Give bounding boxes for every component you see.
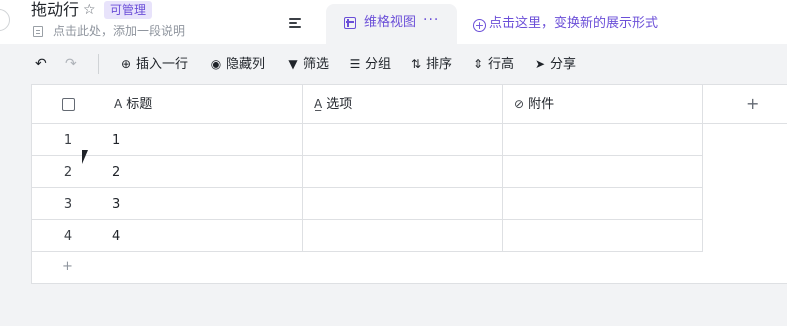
column-divider: [302, 85, 303, 252]
row-divider: [32, 219, 703, 220]
data-grid: A 标题 A̲ 选项 ⊘ 附件 + 1 1 2 2 3 3 4 4 +: [31, 84, 787, 284]
share-label: 分享: [550, 57, 577, 72]
add-row-button[interactable]: +: [62, 259, 73, 274]
sort-button[interactable]: ⇅ 排序: [409, 55, 452, 73]
eye-icon: ◉: [210, 57, 222, 71]
group-label: 分组: [365, 57, 392, 72]
add-circle-icon: +: [473, 19, 486, 32]
title-cell[interactable]: 4: [112, 229, 120, 244]
plus-circle-icon: ⊕: [120, 57, 132, 71]
column-header-title-label: 标题: [126, 97, 153, 112]
title-cell[interactable]: 3: [112, 197, 120, 212]
hide-columns-button[interactable]: ◉ 隐藏列: [209, 55, 265, 73]
permission-badge: 可管理: [104, 1, 153, 19]
column-divider: [502, 85, 503, 252]
row-number: 4: [63, 229, 73, 244]
filter-icon: ▼: [288, 57, 298, 71]
description-field[interactable]: 点击此处，添加一段说明: [53, 23, 185, 39]
row-divider: [32, 187, 703, 188]
add-view-label: 点击这里，变换新的展示形式: [489, 16, 659, 31]
row-height-icon: ⇕: [472, 57, 484, 71]
description-icon: [33, 26, 43, 37]
grid-header: A 标题 A̲ 选项 ⊘ 附件 +: [32, 85, 787, 124]
view-list-toggle-icon[interactable]: [289, 18, 301, 28]
filter-button[interactable]: ▼ 筛选: [286, 55, 329, 73]
send-icon: ➤: [534, 57, 546, 71]
sort-icon: ⇅: [410, 57, 422, 71]
back-button[interactable]: [0, 9, 10, 31]
tab-grid-view-label: 维格视图: [364, 15, 417, 30]
undo-icon[interactable]: ↶: [35, 56, 47, 72]
select-all-checkbox[interactable]: [62, 98, 75, 111]
column-header-title[interactable]: A 标题: [114, 96, 152, 113]
grid-view-icon: [344, 17, 356, 29]
page-title: 拖动行: [31, 0, 80, 19]
more-options-icon[interactable]: ···: [423, 12, 439, 28]
option-field-icon: A̲: [314, 97, 323, 111]
column-divider: [702, 85, 703, 252]
column-header-option[interactable]: A̲ 选项: [314, 96, 352, 113]
row-number: 3: [63, 197, 73, 212]
title-cell[interactable]: 1: [112, 133, 120, 148]
toolbar: ↶ ↷ ⊕ 插入一行 ◉ 隐藏列 ▼ 筛选 ☰ 分组 ⇅ 排序 ⇕ 行高 ➤ 分享: [0, 44, 787, 84]
hide-columns-label: 隐藏列: [226, 57, 266, 72]
text-field-icon: A: [114, 97, 123, 111]
group-icon: ☰: [349, 57, 361, 71]
sort-label: 排序: [426, 57, 453, 72]
column-header-option-label: 选项: [326, 97, 353, 112]
row-height-button[interactable]: ⇕ 行高: [471, 55, 514, 73]
toolbar-divider: [98, 54, 99, 74]
row-number: 1: [63, 133, 73, 148]
column-header-attachment-label: 附件: [528, 97, 555, 112]
star-icon[interactable]: ☆: [83, 1, 96, 19]
column-header-attachment[interactable]: ⊘ 附件: [514, 96, 554, 113]
insert-row-label: 插入一行: [136, 57, 189, 72]
add-column-button[interactable]: +: [746, 94, 759, 113]
insert-row-button[interactable]: ⊕ 插入一行: [119, 55, 188, 73]
add-view-button[interactable]: + 点击这里，变换新的展示形式: [473, 16, 658, 32]
redo-icon[interactable]: ↷: [65, 56, 77, 72]
row-number: 2: [63, 165, 73, 180]
header: 拖动行 ☆ 可管理 点击此处，添加一段说明 维格视图 ··· + 点击这里，变换新…: [0, 0, 787, 46]
title-cell[interactable]: 2: [112, 165, 120, 180]
row-divider: [32, 251, 703, 252]
filter-label: 筛选: [303, 57, 330, 72]
share-button[interactable]: ➤ 分享: [533, 55, 576, 73]
attachment-icon: ⊘: [514, 97, 525, 111]
tab-grid-view[interactable]: 维格视图 ···: [326, 4, 457, 46]
row-height-label: 行高: [488, 57, 515, 72]
row-divider: [32, 155, 703, 156]
mouse-cursor-icon: [82, 150, 94, 164]
group-button[interactable]: ☰ 分组: [348, 55, 391, 73]
